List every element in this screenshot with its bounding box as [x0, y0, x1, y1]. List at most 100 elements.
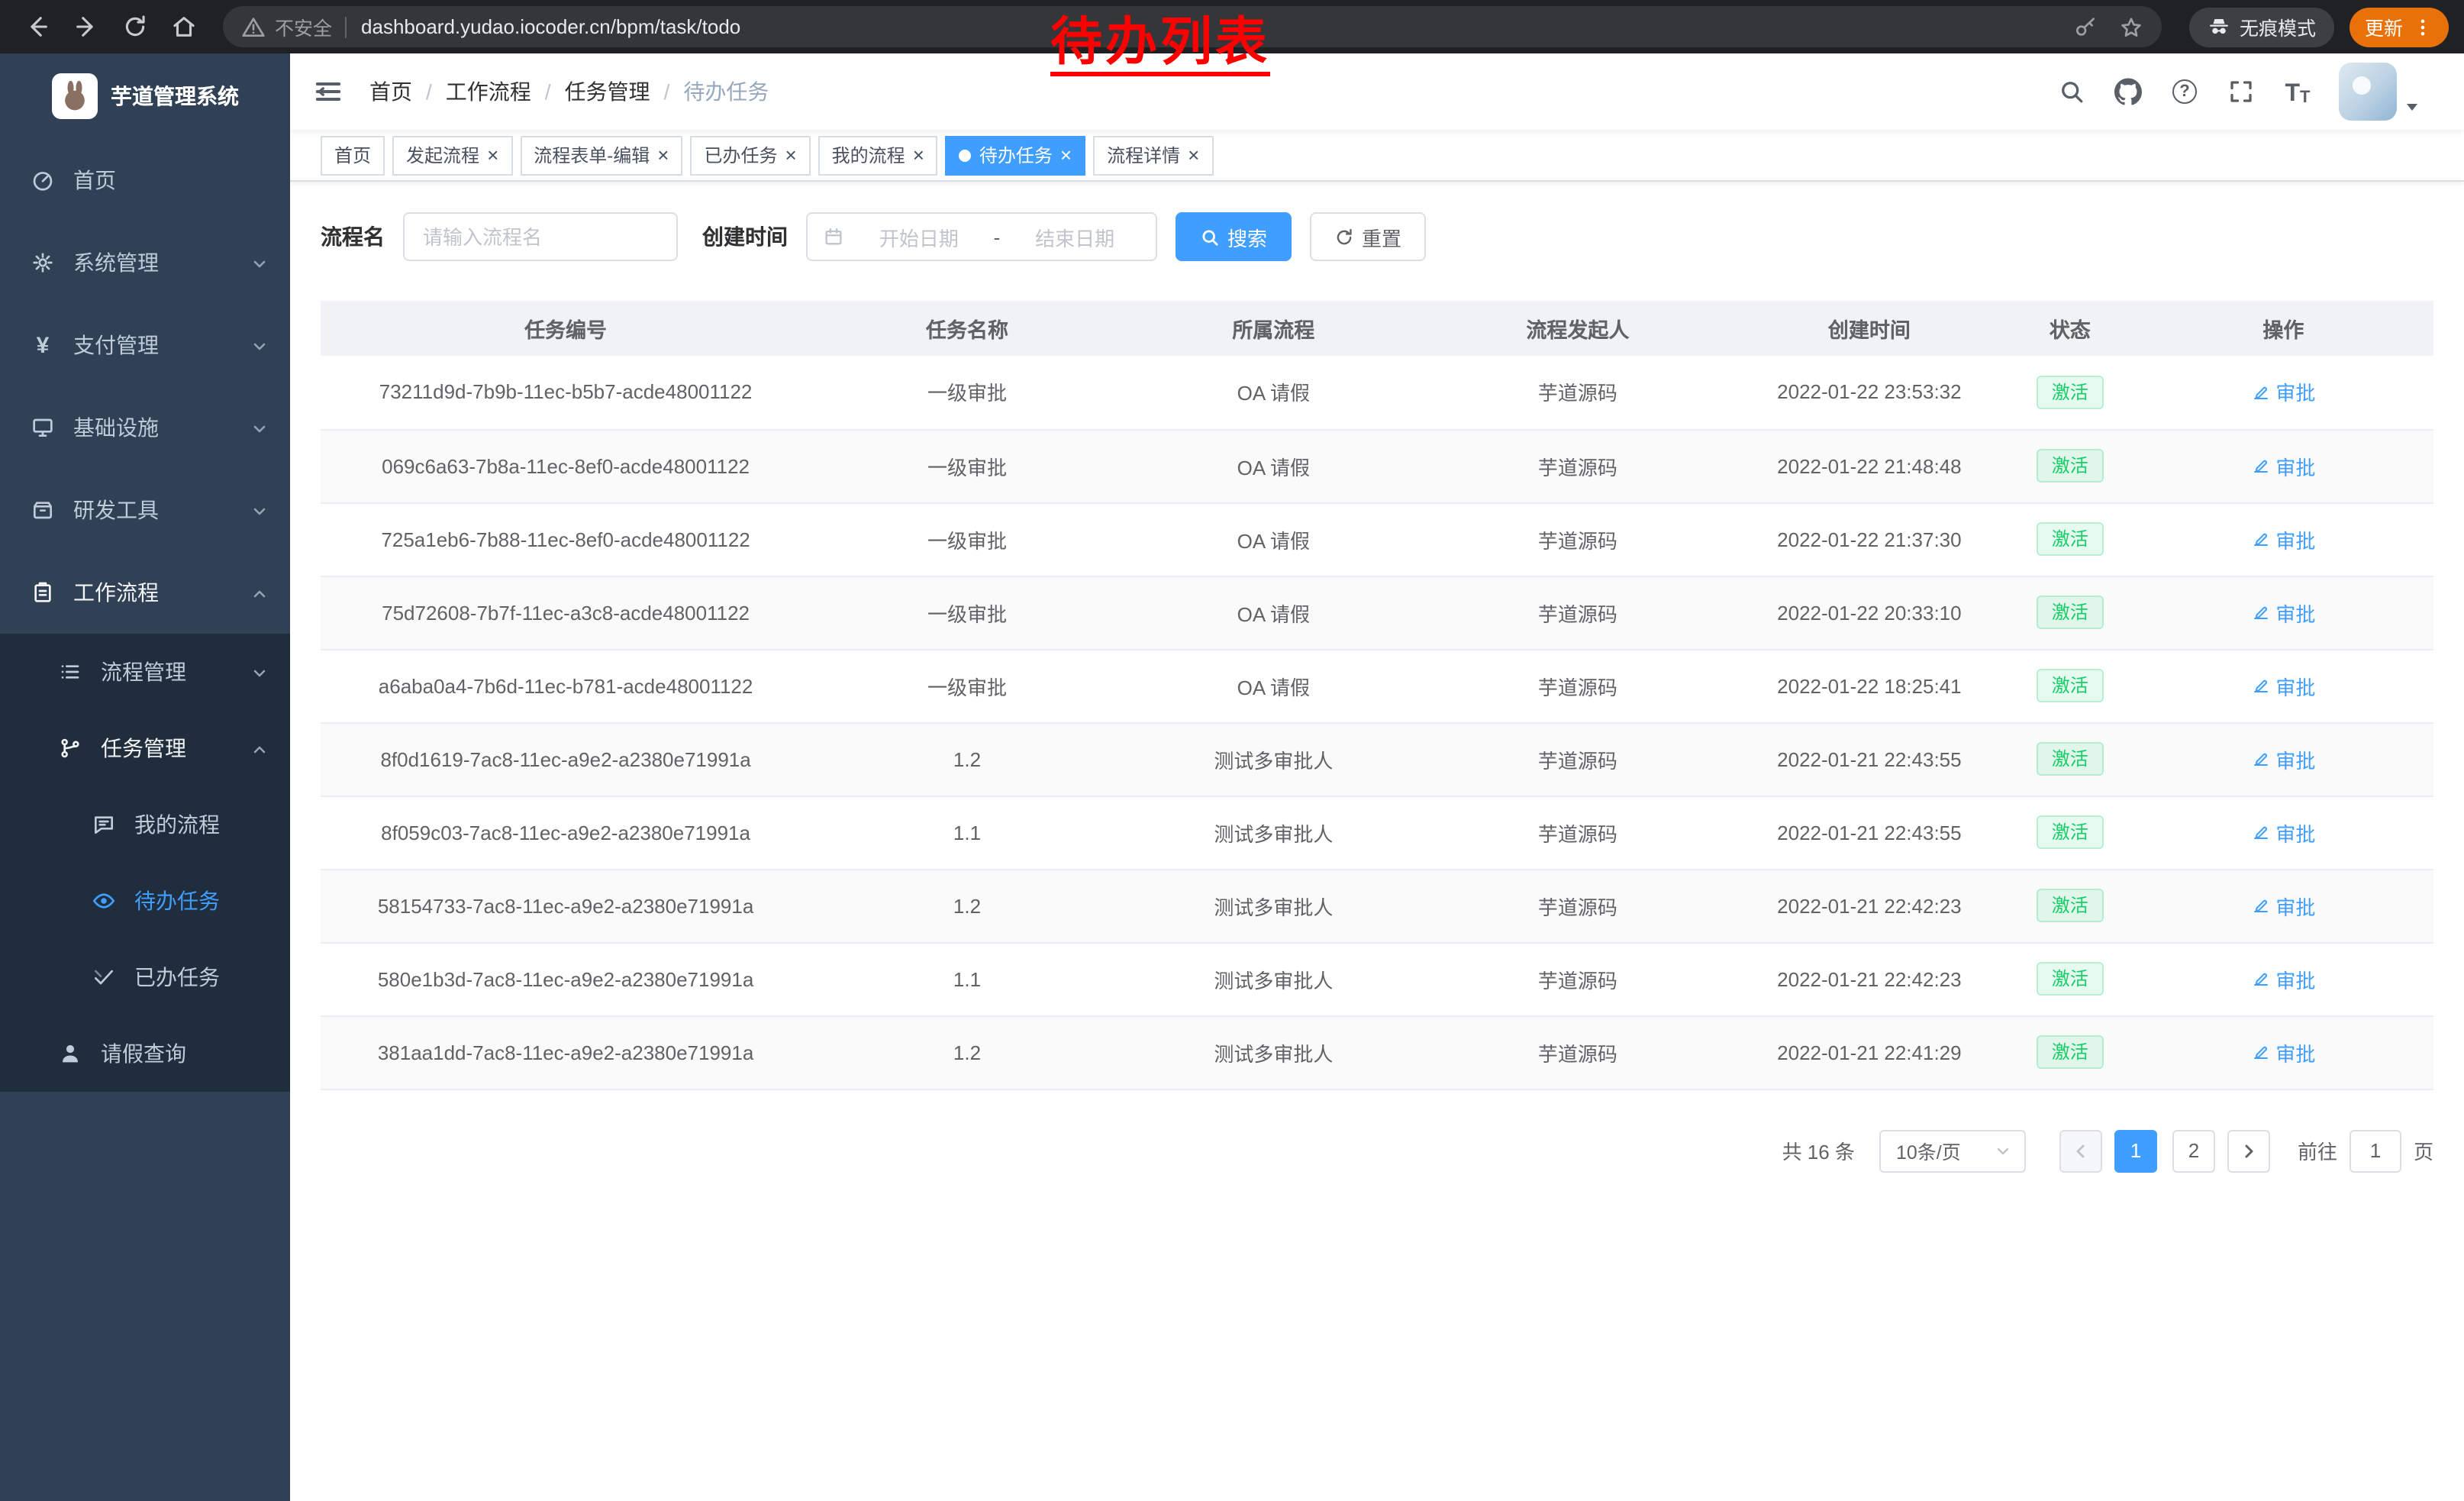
breadcrumb-separator: /: [426, 79, 432, 104]
approve-button-label: 审批: [2275, 525, 2315, 554]
tab-label: 发起流程: [406, 135, 479, 175]
approve-button-label: 审批: [2275, 598, 2315, 627]
status-cell: 激活: [2007, 796, 2133, 869]
page-button-2[interactable]: 2: [2172, 1129, 2215, 1172]
approve-button[interactable]: 审批: [2251, 525, 2315, 554]
tab-close-icon[interactable]: ×: [785, 145, 796, 165]
action-cell: 审批: [2133, 356, 2433, 429]
tab-close-icon[interactable]: ×: [487, 145, 498, 165]
sidebar-item-home[interactable]: 首页: [0, 139, 290, 221]
breadcrumb-item-home[interactable]: 首页: [369, 76, 412, 107]
approve-button[interactable]: 审批: [2251, 671, 2315, 700]
status-badge: 激活: [2037, 522, 2104, 556]
font-size-icon[interactable]: TT: [2282, 76, 2313, 107]
sidebar-item-workflow[interactable]: 工作流程: [0, 551, 290, 634]
tab[interactable]: 流程详情 ×: [1093, 135, 1213, 175]
sidebar-item-system[interactable]: 系统管理: [0, 221, 290, 304]
start-date-placeholder[interactable]: 开始日期: [853, 222, 985, 251]
sidebar-item-task-mgmt[interactable]: 任务管理: [0, 710, 290, 786]
end-date-placeholder[interactable]: 结束日期: [1009, 222, 1140, 251]
process-name-label: 流程名: [321, 221, 385, 252]
incognito-badge: 无痕模式: [2189, 7, 2334, 47]
search-button[interactable]: 搜索: [1176, 212, 1292, 261]
toolbox-icon: [31, 498, 55, 522]
eye-icon: [92, 889, 116, 913]
page-button-1[interactable]: 1: [2114, 1129, 2157, 1172]
security-label[interactable]: 不安全: [275, 12, 332, 41]
edit-pencil-icon: [2251, 1043, 2269, 1061]
sidebar-item-label: 流程管理: [101, 657, 186, 687]
sidebar-item-leave-query[interactable]: 请假查询: [0, 1015, 290, 1092]
tab[interactable]: 待办任务 ×: [946, 135, 1085, 175]
tab-close-icon[interactable]: ×: [1060, 145, 1072, 165]
sidebar-item-label: 已办任务: [134, 962, 220, 993]
created-cell: 2022-01-21 22:41:29: [1732, 1015, 2007, 1089]
approve-button[interactable]: 审批: [2251, 964, 2315, 993]
process-cell: OA 请假: [1124, 649, 1424, 722]
hamburger-icon[interactable]: [313, 76, 343, 107]
breadcrumb-separator: /: [664, 79, 670, 104]
approve-button-label: 审批: [2275, 671, 2315, 700]
edit-pencil-icon: [2251, 603, 2269, 621]
bookmark-star-icon[interactable]: [2119, 15, 2143, 39]
initiator-cell: 芋道源码: [1424, 942, 1732, 1015]
created-cell: 2022-01-22 20:33:10: [1732, 576, 2007, 649]
tab-close-icon[interactable]: ×: [913, 145, 924, 165]
reload-icon[interactable]: [113, 5, 156, 48]
tab[interactable]: 发起流程 ×: [392, 135, 512, 175]
task-id-cell: 75d72608-7b7f-11ec-a3c8-acde48001122: [321, 576, 811, 649]
prev-page-button[interactable]: [2059, 1129, 2102, 1172]
breadcrumb-item-task-mgmt[interactable]: 任务管理: [565, 76, 650, 107]
github-icon[interactable]: [2113, 76, 2143, 107]
tab-close-icon[interactable]: ×: [1188, 145, 1199, 165]
sidebar-item-payment[interactable]: ¥ 支付管理: [0, 304, 290, 386]
approve-button[interactable]: 审批: [2251, 451, 2315, 480]
tab[interactable]: 我的流程 ×: [818, 135, 938, 175]
sidebar-item-dev-tools[interactable]: 研发工具: [0, 469, 290, 551]
fullscreen-icon[interactable]: [2226, 76, 2256, 107]
search-icon[interactable]: [2056, 76, 2087, 107]
date-range-picker[interactable]: 开始日期 - 结束日期: [806, 212, 1157, 261]
approve-button[interactable]: 审批: [2251, 891, 2315, 920]
home-icon[interactable]: [162, 5, 205, 48]
tab[interactable]: 首页: [321, 135, 385, 175]
table-header-row: 任务编号 任务名称 所属流程 流程发起人 创建时间 状态 操作: [321, 301, 2433, 356]
breadcrumb-item-workflow[interactable]: 工作流程: [446, 76, 531, 107]
sidebar-item-my-process[interactable]: 我的流程: [0, 786, 290, 863]
approve-button[interactable]: 审批: [2251, 1038, 2315, 1067]
calendar-icon: [823, 226, 844, 247]
app-logo-row[interactable]: 芋道管理系统: [0, 53, 290, 139]
sidebar-item-process-mgmt[interactable]: 流程管理: [0, 634, 290, 710]
caret-down-icon: [2403, 96, 2421, 115]
sidebar-item-todo-task[interactable]: 待办任务: [0, 863, 290, 939]
goto-page: 前往 页: [2298, 1129, 2433, 1172]
kebab-menu-icon: [2412, 16, 2433, 37]
reset-button[interactable]: 重置: [1310, 212, 1426, 261]
approve-button[interactable]: 审批: [2251, 378, 2315, 407]
sidebar-item-done-task[interactable]: 已办任务: [0, 939, 290, 1015]
approve-button[interactable]: 审批: [2251, 598, 2315, 627]
avatar[interactable]: [2339, 63, 2397, 121]
process-cell: OA 请假: [1124, 356, 1424, 429]
password-key-icon[interactable]: [2073, 15, 2098, 39]
process-name-input[interactable]: [423, 225, 658, 248]
back-icon[interactable]: [15, 5, 58, 48]
approve-button-label: 审批: [2275, 451, 2315, 480]
tab[interactable]: 流程表单-编辑 ×: [520, 135, 682, 175]
help-icon[interactable]: ?: [2169, 76, 2200, 107]
page-size-select[interactable]: 10条/页: [1879, 1129, 2026, 1172]
approve-button[interactable]: 审批: [2251, 818, 2315, 847]
tab[interactable]: 已办任务 ×: [690, 135, 810, 175]
app-logo: [51, 73, 97, 119]
user-menu[interactable]: [2339, 63, 2421, 121]
edit-pencil-icon: [2251, 676, 2269, 695]
tab-close-icon[interactable]: ×: [657, 145, 669, 165]
goto-page-input[interactable]: [2350, 1129, 2401, 1172]
next-page-button[interactable]: [2227, 1129, 2270, 1172]
sidebar-item-infrastructure[interactable]: 基础设施: [0, 386, 290, 469]
process-name-input-wrap: [403, 212, 678, 261]
approve-button[interactable]: 审批: [2251, 744, 2315, 773]
page-buttons: 12: [2114, 1129, 2215, 1172]
forward-icon[interactable]: [64, 5, 107, 48]
update-button[interactable]: 更新: [2350, 7, 2449, 47]
